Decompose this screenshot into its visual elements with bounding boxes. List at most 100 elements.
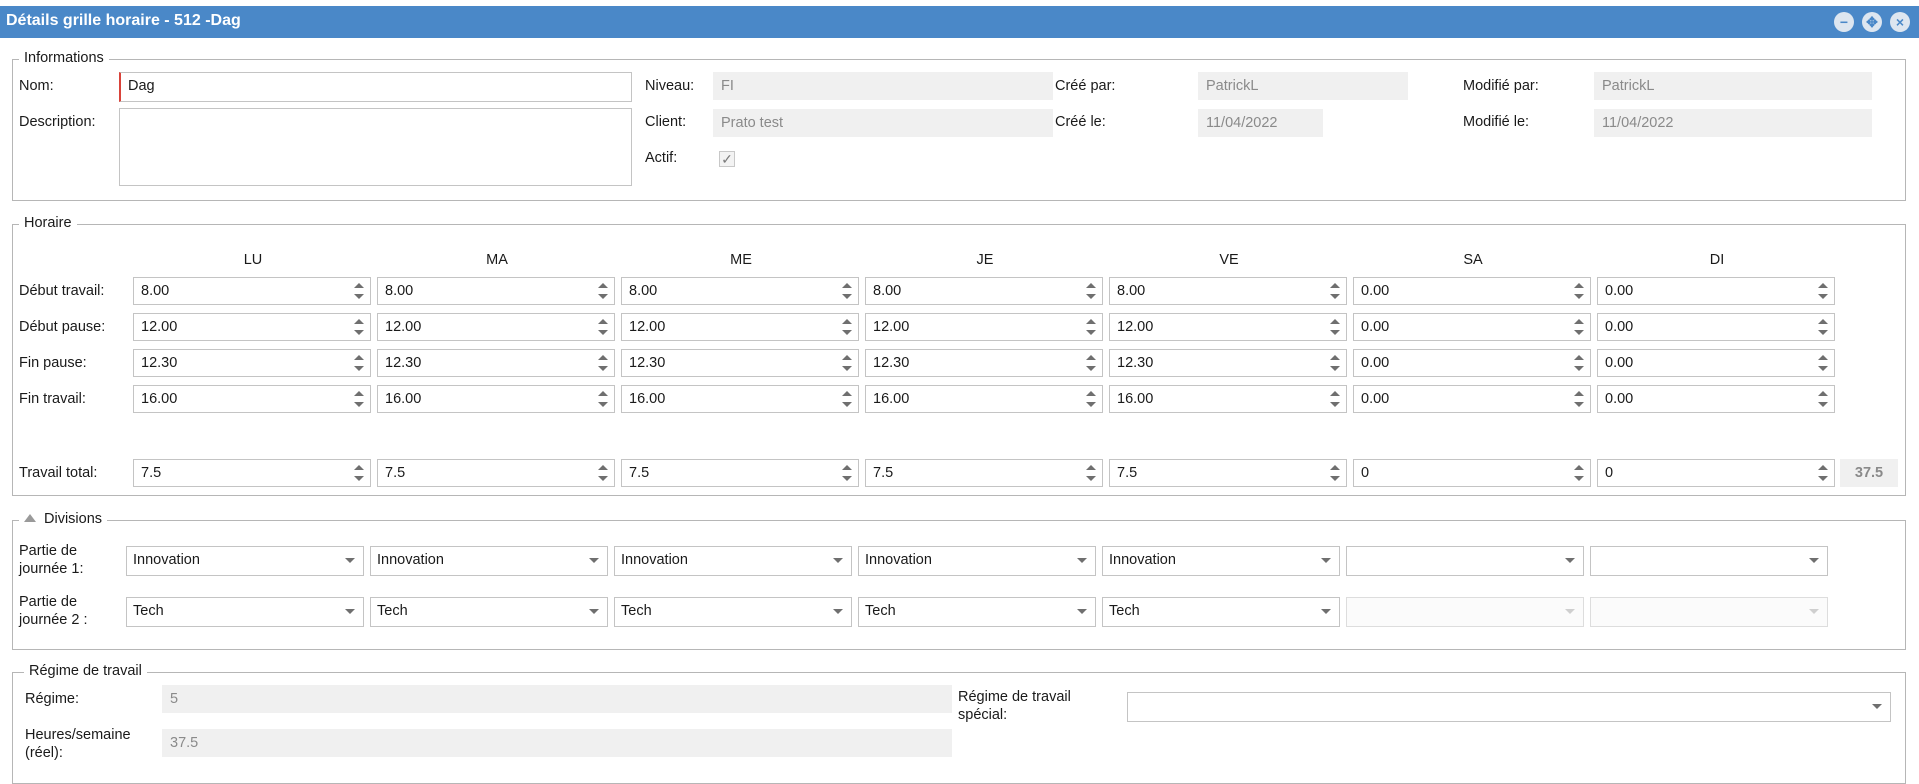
spinner-arrows-icon[interactable] [1086, 355, 1096, 371]
spinner-arrows-icon[interactable] [598, 283, 608, 299]
time-stepper[interactable]: 12.00 [1109, 313, 1347, 341]
spinner-arrows-icon[interactable] [1330, 319, 1340, 335]
time-stepper[interactable]: 16.00 [621, 385, 859, 413]
nom-input[interactable]: Dag [119, 72, 632, 102]
time-stepper[interactable]: 12.00 [377, 313, 615, 341]
chevron-down-icon[interactable] [345, 609, 355, 614]
total-stepper[interactable]: 0 [1353, 459, 1591, 487]
spinner-arrows-icon[interactable] [598, 391, 608, 407]
collapse-triangle-icon[interactable] [24, 514, 36, 522]
total-stepper[interactable]: 7.5 [377, 459, 615, 487]
time-stepper[interactable]: 16.00 [1109, 385, 1347, 413]
spinner-arrows-icon[interactable] [1818, 465, 1828, 481]
time-stepper[interactable]: 0.00 [1353, 349, 1591, 377]
chevron-down-icon[interactable] [1565, 558, 1575, 563]
time-stepper[interactable]: 0.00 [1353, 313, 1591, 341]
spinner-arrows-icon[interactable] [842, 319, 852, 335]
time-stepper[interactable]: 16.00 [865, 385, 1103, 413]
spinner-arrows-icon[interactable] [1330, 391, 1340, 407]
time-stepper[interactable]: 12.30 [1109, 349, 1347, 377]
total-stepper[interactable]: 0 [1597, 459, 1835, 487]
chevron-down-icon[interactable] [589, 609, 599, 614]
division-select[interactable]: Tech [1102, 597, 1340, 627]
total-stepper[interactable]: 7.5 [865, 459, 1103, 487]
chevron-down-icon[interactable] [1321, 558, 1331, 563]
division-select[interactable]: Innovation [126, 546, 364, 576]
spinner-arrows-icon[interactable] [842, 355, 852, 371]
spinner-arrows-icon[interactable] [1818, 319, 1828, 335]
chevron-down-icon[interactable] [1872, 704, 1882, 709]
minimize-icon[interactable]: − [1834, 12, 1854, 32]
spinner-arrows-icon[interactable] [1574, 283, 1584, 299]
time-stepper[interactable]: 16.00 [133, 385, 371, 413]
chevron-down-icon[interactable] [833, 558, 843, 563]
time-stepper[interactable]: 12.30 [621, 349, 859, 377]
chevron-down-icon[interactable] [1077, 609, 1087, 614]
spinner-arrows-icon[interactable] [842, 465, 852, 481]
division-select[interactable] [1590, 546, 1828, 576]
spinner-arrows-icon[interactable] [598, 319, 608, 335]
time-stepper[interactable]: 0.00 [1353, 385, 1591, 413]
spinner-arrows-icon[interactable] [842, 283, 852, 299]
time-stepper[interactable]: 8.00 [133, 277, 371, 305]
spinner-arrows-icon[interactable] [1086, 465, 1096, 481]
chevron-down-icon[interactable] [1809, 558, 1819, 563]
spinner-arrows-icon[interactable] [354, 465, 364, 481]
spinner-arrows-icon[interactable] [1574, 391, 1584, 407]
spinner-arrows-icon[interactable] [1330, 283, 1340, 299]
chevron-down-icon[interactable] [589, 558, 599, 563]
division-select[interactable]: Innovation [614, 546, 852, 576]
divisions-legend[interactable]: Divisions [19, 511, 108, 527]
division-select[interactable]: Tech [858, 597, 1096, 627]
chevron-down-icon[interactable] [1077, 558, 1087, 563]
time-stepper[interactable]: 12.30 [133, 349, 371, 377]
chevron-down-icon[interactable] [1321, 609, 1331, 614]
total-stepper[interactable]: 7.5 [133, 459, 371, 487]
time-stepper[interactable]: 0.00 [1597, 385, 1835, 413]
spinner-arrows-icon[interactable] [1330, 465, 1340, 481]
division-select[interactable] [1346, 546, 1584, 576]
time-stepper[interactable]: 12.00 [865, 313, 1103, 341]
time-stepper[interactable]: 0.00 [1597, 277, 1835, 305]
time-stepper[interactable]: 8.00 [377, 277, 615, 305]
spinner-arrows-icon[interactable] [1330, 355, 1340, 371]
spinner-arrows-icon[interactable] [1574, 319, 1584, 335]
description-textarea[interactable] [119, 108, 632, 186]
close-icon[interactable]: × [1890, 12, 1910, 32]
spinner-arrows-icon[interactable] [354, 391, 364, 407]
spinner-arrows-icon[interactable] [1818, 355, 1828, 371]
chevron-down-icon[interactable] [345, 558, 355, 563]
division-select[interactable]: Tech [370, 597, 608, 627]
total-stepper[interactable]: 7.5 [621, 459, 859, 487]
spinner-arrows-icon[interactable] [598, 465, 608, 481]
spinner-arrows-icon[interactable] [842, 391, 852, 407]
time-stepper[interactable]: 12.30 [865, 349, 1103, 377]
regime-special-select[interactable] [1127, 692, 1891, 722]
spinner-arrows-icon[interactable] [354, 319, 364, 335]
spinner-arrows-icon[interactable] [1574, 355, 1584, 371]
spinner-arrows-icon[interactable] [1574, 465, 1584, 481]
division-select[interactable]: Tech [614, 597, 852, 627]
time-stepper[interactable]: 0.00 [1597, 349, 1835, 377]
time-stepper[interactable]: 0.00 [1597, 313, 1835, 341]
division-select[interactable]: Tech [126, 597, 364, 627]
spinner-arrows-icon[interactable] [1086, 283, 1096, 299]
spinner-arrows-icon[interactable] [354, 355, 364, 371]
spinner-arrows-icon[interactable] [1086, 391, 1096, 407]
time-stepper[interactable]: 8.00 [865, 277, 1103, 305]
time-stepper[interactable]: 0.00 [1353, 277, 1591, 305]
spinner-arrows-icon[interactable] [1818, 391, 1828, 407]
chevron-down-icon[interactable] [833, 609, 843, 614]
actif-checkbox[interactable]: ✓ [719, 151, 735, 167]
time-stepper[interactable]: 12.30 [377, 349, 615, 377]
division-select[interactable]: Innovation [370, 546, 608, 576]
division-select[interactable]: Innovation [1102, 546, 1340, 576]
spinner-arrows-icon[interactable] [354, 283, 364, 299]
maximize-icon[interactable]: ✥ [1862, 12, 1882, 32]
time-stepper[interactable]: 12.00 [621, 313, 859, 341]
time-stepper[interactable]: 8.00 [621, 277, 859, 305]
division-select[interactable]: Innovation [858, 546, 1096, 576]
time-stepper[interactable]: 16.00 [377, 385, 615, 413]
time-stepper[interactable]: 12.00 [133, 313, 371, 341]
time-stepper[interactable]: 8.00 [1109, 277, 1347, 305]
